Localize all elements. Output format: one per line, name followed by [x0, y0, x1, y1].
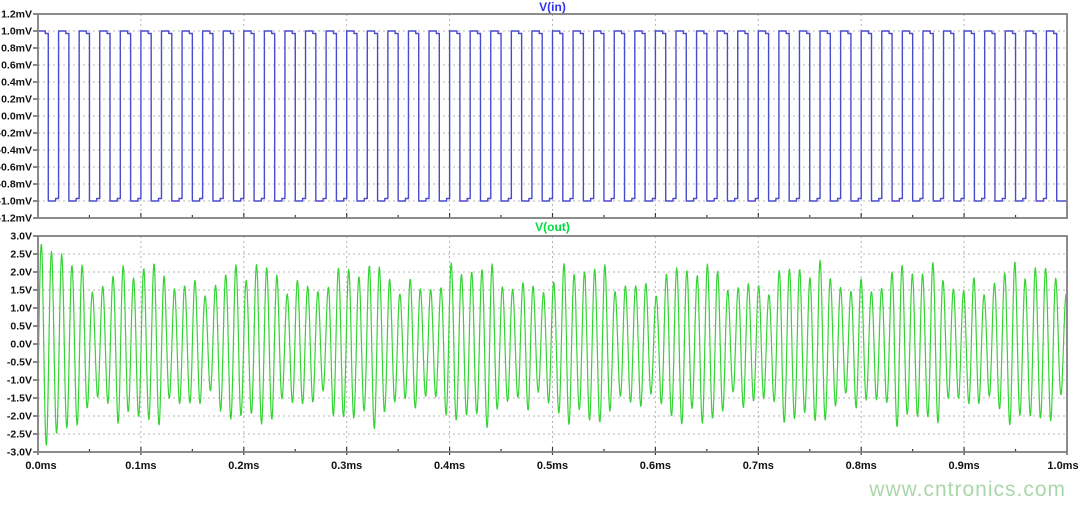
trace-vin[interactable]	[38, 31, 1067, 201]
pane-2-group: 3.0V 2.5V 2.0V 1.5V 1.0V 0.5V 0.0V -0.5V -1.0V -1…	[7, 231, 1067, 459]
y-tick-label: 1.0V	[10, 303, 32, 315]
y-tick-label: -2.5V	[7, 429, 32, 441]
y-tick-label: -1.0V	[7, 375, 32, 387]
x-tick-label: 0.3ms	[331, 460, 362, 472]
y-tick-label: 1.2mV	[1, 9, 32, 21]
y-tick-label: 0.8mV	[1, 43, 32, 55]
x-tick-label: 0.8ms	[846, 460, 877, 472]
y-tick-label: -0.8mV	[0, 179, 32, 191]
y-tick-label: 0.4mV	[1, 77, 32, 89]
plot-canvas[interactable]: 1.2mV 1.0mV 0.8mV 0.6mV 0.4mV 0.2mV 0.0mV -0.2m…	[0, 0, 1080, 516]
x-tick-label: 0.7ms	[743, 460, 774, 472]
y-tick-label: -1.0mV	[0, 196, 32, 208]
y-tick-label: -1.2mV	[0, 213, 32, 225]
y-tick-label: 0.0V	[10, 339, 32, 351]
x-tick-label: 0.4ms	[434, 460, 465, 472]
y-tick-label: -0.5V	[7, 357, 32, 369]
x-tick-label: 1.0ms	[1047, 460, 1078, 472]
y-tick-label: 3.0V	[10, 231, 32, 243]
y-tick-label: -1.5V	[7, 393, 32, 405]
y-tick-label: -0.6mV	[0, 162, 32, 174]
y-tick-label: 2.0V	[10, 267, 32, 279]
x-tick-label: 0.2ms	[228, 460, 259, 472]
y-tick-label: 0.0mV	[1, 111, 32, 123]
y-tick-label: 2.5V	[10, 249, 32, 261]
y-tick-label: -3.0V	[7, 447, 32, 459]
y-tick-label: -0.4mV	[0, 145, 32, 157]
pane-1-group: 1.2mV 1.0mV 0.8mV 0.6mV 0.4mV 0.2mV 0.0mV -0.2m…	[0, 9, 1067, 225]
x-tick-label: 0.1ms	[125, 460, 156, 472]
y-tick-label: -0.2mV	[0, 128, 32, 140]
y-tick-label: 0.6mV	[1, 60, 32, 72]
waveform-viewer-window: V(in) V(out) 1.2mV1.0mV0.8mV0.6mV0.4mV0.…	[0, 0, 1080, 516]
x-tick-label: 0.5ms	[537, 460, 568, 472]
y-tick-label: 0.2mV	[1, 94, 32, 106]
x-tick-label: 0.6ms	[640, 460, 671, 472]
y-tick-label: 1.5V	[10, 285, 32, 297]
x-tick-label: 0.9ms	[948, 460, 979, 472]
x-tick-label: 0.0ms	[25, 460, 56, 472]
y-tick-label: -2.0V	[7, 411, 32, 423]
trace-vout[interactable]	[38, 245, 1067, 446]
y-tick-label: 0.5V	[10, 321, 32, 333]
y-tick-label: 1.0mV	[1, 26, 32, 38]
watermark: www.cntronics.com	[869, 478, 1066, 502]
